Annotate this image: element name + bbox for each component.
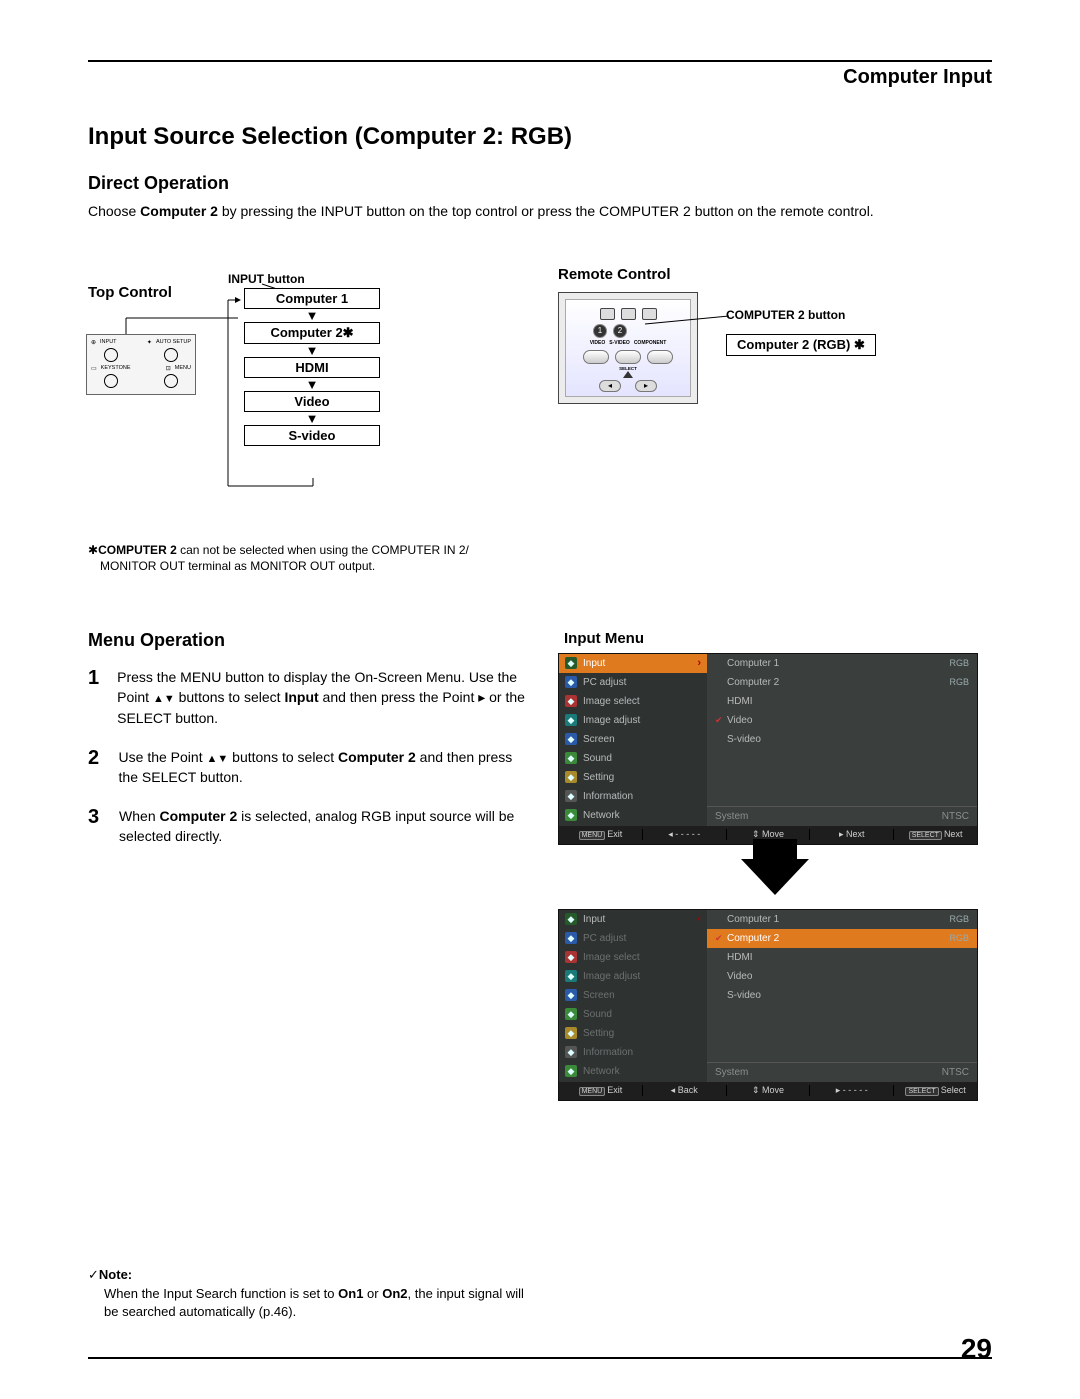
osd-footer-item: SELECTSelect bbox=[894, 1085, 977, 1096]
osd-menu-item: ◆Image adjust bbox=[559, 711, 707, 730]
osd-source-item: ✔Computer 2RGB bbox=[707, 929, 977, 948]
osd-menu-item: ◆Input› bbox=[559, 654, 707, 673]
left-arrow-icon: ◂ bbox=[599, 380, 621, 392]
step-2: 2 Use the Point ▲▼ buttons to select Com… bbox=[88, 747, 528, 788]
osd-footer-item: ◂ Back bbox=[643, 1085, 727, 1096]
remote-btn-icon bbox=[621, 308, 636, 320]
down-arrow-icon: ▼ bbox=[306, 378, 319, 391]
osd-footer-item: MENUExit bbox=[559, 1085, 643, 1096]
input-button-icon bbox=[104, 348, 118, 362]
menu-operation-heading: Menu Operation bbox=[88, 630, 528, 651]
osd-source-item: S-video bbox=[707, 986, 977, 1005]
step-1: 1 Press the MENU button to display the O… bbox=[88, 667, 528, 729]
osd-menu-item: ◆Image select bbox=[559, 948, 707, 967]
down-arrow-icon: ▼ bbox=[306, 344, 319, 357]
up-triangle-icon bbox=[623, 371, 633, 378]
down-arrow-icon: ▼ bbox=[306, 309, 319, 322]
remote-btn-icon bbox=[642, 308, 657, 320]
header-section: Computer Input bbox=[843, 66, 992, 89]
osd-footer-item: ▸ - - - - - bbox=[810, 1085, 894, 1096]
page-title: Input Source Selection (Computer 2: RGB) bbox=[88, 123, 992, 151]
manual-page: Computer Input Input Source Selection (C… bbox=[0, 0, 1080, 1399]
osd-column: Input Menu ◆Input›◆PC adjust◆Image selec… bbox=[558, 630, 992, 1321]
osd-menu-item: ◆Setting bbox=[559, 768, 707, 787]
footer-rule bbox=[88, 1357, 992, 1359]
osd-menu-item: ◆Setting bbox=[559, 1024, 707, 1043]
osd-menu-item: ◆Network bbox=[559, 806, 707, 825]
osd-menu-item: ◆Screen bbox=[559, 986, 707, 1005]
osd-menu-item: ◆Information bbox=[559, 787, 707, 806]
right-arrow-icon: ▸ bbox=[635, 380, 657, 392]
osd-footer-item: ⇕ Move bbox=[727, 1085, 811, 1096]
menu-button-icon bbox=[164, 374, 178, 388]
osd-footer-item: ▸ Next bbox=[810, 829, 894, 840]
osd-panel-1: ◆Input›◆PC adjust◆Image select◆Image adj… bbox=[558, 653, 978, 845]
osd-right-list: Computer 1RGBComputer 2RGBHDMI✔VideoS-vi… bbox=[707, 654, 977, 826]
osd-menu-item: ◆PC adjust bbox=[559, 929, 707, 948]
osd-left-menu: ◆Input‹◆PC adjust◆Image select◆Image adj… bbox=[559, 910, 707, 1082]
down-arrow-icon: ▼ bbox=[306, 412, 319, 425]
flow-item: HDMI bbox=[244, 357, 380, 378]
autosetup-button-icon bbox=[164, 348, 178, 362]
osd-right-list: Computer 1RGB✔Computer 2RGBHDMIVideoS-vi… bbox=[707, 910, 977, 1082]
direct-operation-intro: Choose Computer 2 by pressing the INPUT … bbox=[88, 202, 992, 222]
osd-footer: MENUExit◂ Back⇕ Move▸ - - - - -SELECTSel… bbox=[559, 1082, 977, 1100]
flow-item: S-video bbox=[244, 425, 380, 446]
osd-footer-item: SELECTNext bbox=[894, 829, 977, 840]
osd-menu-item: ◆Sound bbox=[559, 749, 707, 768]
star-footnote: ✱COMPUTER 2 can not be selected when usi… bbox=[88, 542, 992, 574]
header-rule bbox=[88, 60, 992, 62]
osd-left-menu: ◆Input›◆PC adjust◆Image select◆Image adj… bbox=[559, 654, 707, 826]
remote-oval-icon bbox=[647, 350, 673, 364]
osd-source-item: S-video bbox=[707, 730, 977, 749]
top-control-panel: ⊕ INPUT ✦ AUTO SETUP ▭ KEYSTONE bbox=[86, 334, 196, 395]
osd-menu-item: ◆Image adjust bbox=[559, 967, 707, 986]
remote-oval-icon bbox=[583, 350, 609, 364]
input-button-label: INPUT button bbox=[228, 272, 305, 286]
osd-menu-item: ◆PC adjust bbox=[559, 673, 707, 692]
remote-title: Remote Control bbox=[558, 266, 671, 283]
osd-title: Input Menu bbox=[564, 630, 992, 647]
flow-item: Video bbox=[244, 391, 380, 412]
computer2-rgb-box: Computer 2 (RGB) ✱ bbox=[726, 334, 876, 356]
step-3: 3 When Computer 2 is selected, analog RG… bbox=[88, 806, 528, 847]
page-number: 29 bbox=[961, 1333, 992, 1365]
osd-source-item: HDMI bbox=[707, 692, 977, 711]
remote-image: 1 2 VIDEO S-VIDEO COMPONENT bbox=[558, 292, 698, 404]
flow-item: Computer 1 bbox=[244, 288, 380, 309]
osd-panel-2: ◆Input‹◆PC adjust◆Image select◆Image adj… bbox=[558, 909, 978, 1101]
osd-menu-item: ◆Sound bbox=[559, 1005, 707, 1024]
osd-source-item: Computer 1RGB bbox=[707, 654, 977, 673]
osd-menu-item: ◆Input‹ bbox=[559, 910, 707, 929]
top-control-title: Top Control bbox=[88, 284, 172, 301]
osd-source-item: HDMI bbox=[707, 948, 977, 967]
osd-menu-item: ◆Image select bbox=[559, 692, 707, 711]
header-bar: Computer Input bbox=[88, 64, 992, 97]
osd-menu-item: ◆Network bbox=[559, 1062, 707, 1081]
osd-footer-item: ◂ - - - - - bbox=[643, 829, 727, 840]
osd-footer-item: MENUExit bbox=[559, 829, 643, 840]
remote-oval-icon bbox=[615, 350, 641, 364]
osd-source-item: Computer 1RGB bbox=[707, 910, 977, 929]
remote-btn-icon bbox=[600, 308, 615, 320]
input-flow: Computer 1 ▼ Computer 2✱ ▼ HDMI ▼ Video … bbox=[244, 288, 380, 446]
top-control-diagram: Top Control INPUT button bbox=[88, 272, 528, 502]
diagram-row: Top Control INPUT button bbox=[88, 272, 992, 502]
remote-num2-icon: 2 bbox=[613, 324, 627, 338]
menu-operation-text: Menu Operation 1 Press the MENU button t… bbox=[88, 630, 528, 1321]
computer2-button-label: COMPUTER 2 button bbox=[726, 308, 845, 322]
osd-source-item: Video bbox=[707, 967, 977, 986]
osd-source-item: ✔Video bbox=[707, 711, 977, 730]
keystone-button-icon bbox=[104, 374, 118, 388]
flow-item: Computer 2✱ bbox=[244, 322, 380, 344]
direct-operation-heading: Direct Operation bbox=[88, 173, 992, 194]
osd-menu-item: ◆Screen bbox=[559, 730, 707, 749]
big-down-arrow-icon bbox=[741, 859, 809, 895]
remote-num1-icon: 1 bbox=[593, 324, 607, 338]
menu-operation-row: Menu Operation 1 Press the MENU button t… bbox=[88, 630, 992, 1321]
osd-source-item: Computer 2RGB bbox=[707, 673, 977, 692]
remote-control-diagram: Remote Control 1 2 bbox=[558, 272, 992, 502]
osd-menu-item: ◆Information bbox=[559, 1043, 707, 1062]
footnote: ✓Note: When the Input Search function is… bbox=[88, 1266, 528, 1321]
